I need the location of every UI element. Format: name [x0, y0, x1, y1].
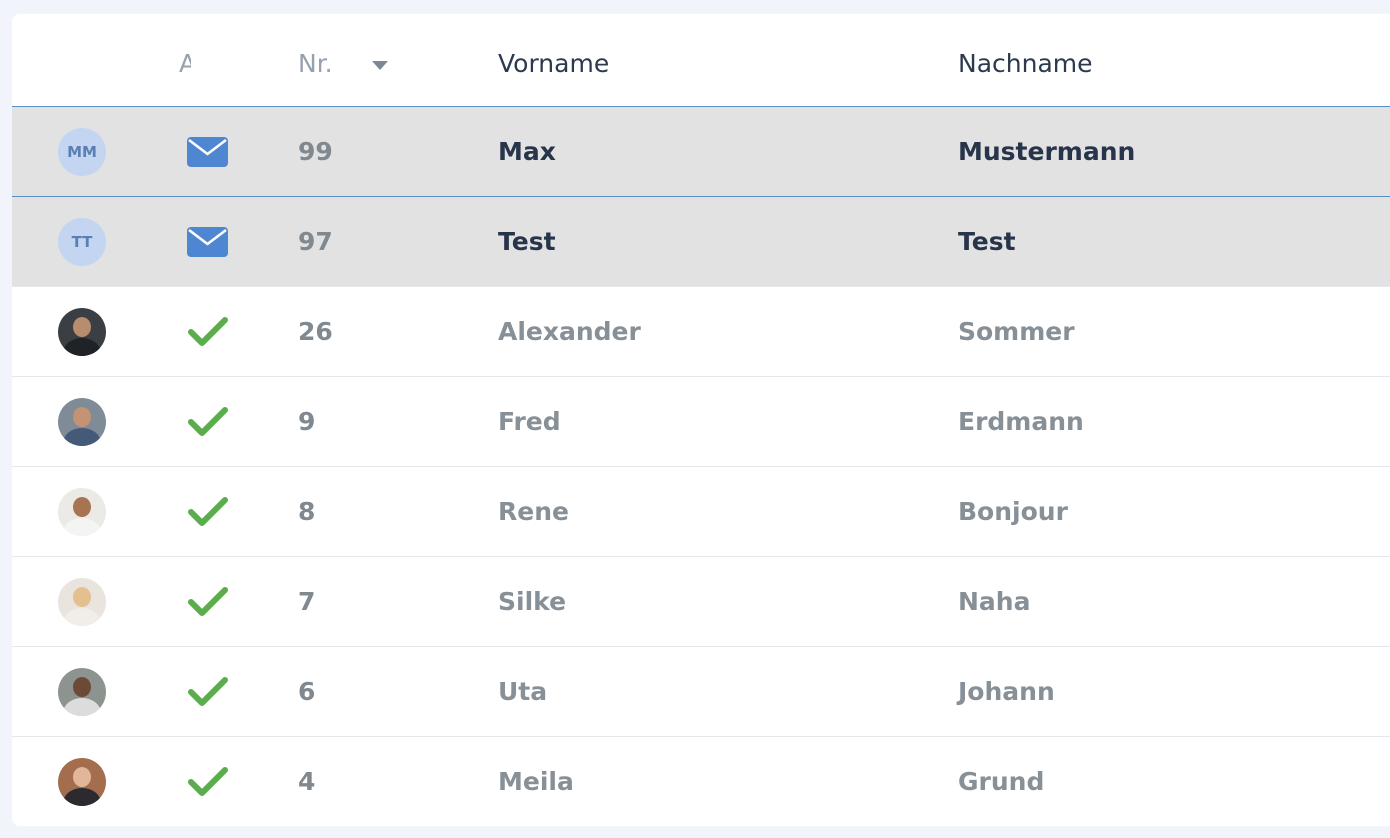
checkmark-icon	[187, 287, 229, 376]
checkmark-icon	[187, 377, 229, 466]
table-row[interactable]: 4 Meila Grund	[12, 737, 1390, 826]
avatar-body	[63, 427, 101, 446]
avatar-cell: MM	[58, 107, 106, 196]
mail-icon	[187, 197, 229, 286]
avatar-head	[73, 676, 91, 697]
avatar-cell	[58, 557, 106, 646]
column-header-status[interactable]: A	[179, 49, 191, 78]
cell-number: 4	[298, 767, 316, 796]
avatar-photo	[58, 397, 106, 446]
cell-number: 8	[298, 497, 316, 526]
avatar-photo	[58, 667, 106, 716]
avatar-body	[63, 337, 101, 356]
cell-number: 7	[298, 587, 316, 616]
avatar-photo	[58, 577, 106, 626]
sort-descending-icon[interactable]	[372, 61, 388, 70]
checkmark-icon	[187, 737, 229, 826]
table-row[interactable]: 26 Alexander Sommer	[12, 287, 1390, 377]
avatar-cell: TT	[58, 197, 106, 286]
avatar-photo	[58, 307, 106, 356]
avatar-cell	[58, 377, 106, 466]
avatar-initials: MM	[58, 127, 106, 176]
cell-last-name: Bonjour	[958, 497, 1068, 526]
cell-first-name: Meila	[498, 767, 574, 796]
table-row[interactable]: 8 Rene Bonjour	[12, 467, 1390, 557]
avatar-head	[73, 496, 91, 517]
avatar-body	[63, 607, 101, 626]
cell-last-name: Johann	[958, 677, 1055, 706]
avatar-head	[73, 586, 91, 607]
cell-number: 6	[298, 677, 316, 706]
cell-first-name: Test	[498, 227, 556, 256]
cell-first-name: Rene	[498, 497, 569, 526]
avatar-photo	[58, 757, 106, 806]
table-row[interactable]: 6 Uta Johann	[12, 647, 1390, 737]
cell-last-name: Erdmann	[958, 407, 1084, 436]
table-row[interactable]: 9 Fred Erdmann	[12, 377, 1390, 467]
avatar-head	[73, 766, 91, 787]
checkmark-icon	[187, 467, 229, 556]
cell-last-name: Mustermann	[958, 137, 1136, 166]
cell-first-name: Silke	[498, 587, 567, 616]
cell-number: 26	[298, 317, 333, 346]
avatar-cell	[58, 737, 106, 826]
avatar-body	[63, 787, 101, 806]
column-header-first-name[interactable]: Vorname	[498, 49, 609, 78]
cell-last-name: Grund	[958, 767, 1045, 796]
cell-first-name: Max	[498, 137, 556, 166]
avatar-photo	[58, 487, 106, 536]
mail-icon	[187, 107, 229, 196]
avatar-head	[73, 316, 91, 337]
cell-last-name: Naha	[958, 587, 1031, 616]
table-header: A Nr. Vorname Nachname	[12, 14, 1390, 107]
avatar-cell	[58, 467, 106, 556]
cell-number: 9	[298, 407, 316, 436]
checkmark-icon	[187, 557, 229, 646]
table-row[interactable]: TT 97 Test Test	[12, 197, 1390, 287]
cell-last-name: Sommer	[958, 317, 1075, 346]
cell-number: 97	[298, 227, 333, 256]
column-header-number[interactable]: Nr.	[298, 49, 333, 78]
cell-first-name: Alexander	[498, 317, 641, 346]
cell-first-name: Uta	[498, 677, 548, 706]
table-row[interactable]: 7 Silke Naha	[12, 557, 1390, 647]
avatar-cell	[58, 647, 106, 736]
column-header-last-name[interactable]: Nachname	[958, 49, 1093, 78]
cell-last-name: Test	[958, 227, 1016, 256]
avatar-body	[63, 517, 101, 536]
avatar-head	[73, 406, 91, 427]
cell-first-name: Fred	[498, 407, 561, 436]
table-row[interactable]: MM 99 Max Mustermann	[12, 107, 1390, 197]
cell-number: 99	[298, 137, 333, 166]
contacts-table: A Nr. Vorname Nachname MM 99 Max Mustermann…	[12, 14, 1390, 826]
avatar-body	[63, 697, 101, 716]
checkmark-icon	[187, 647, 229, 736]
avatar-initials: TT	[58, 217, 106, 266]
avatar-cell	[58, 287, 106, 376]
